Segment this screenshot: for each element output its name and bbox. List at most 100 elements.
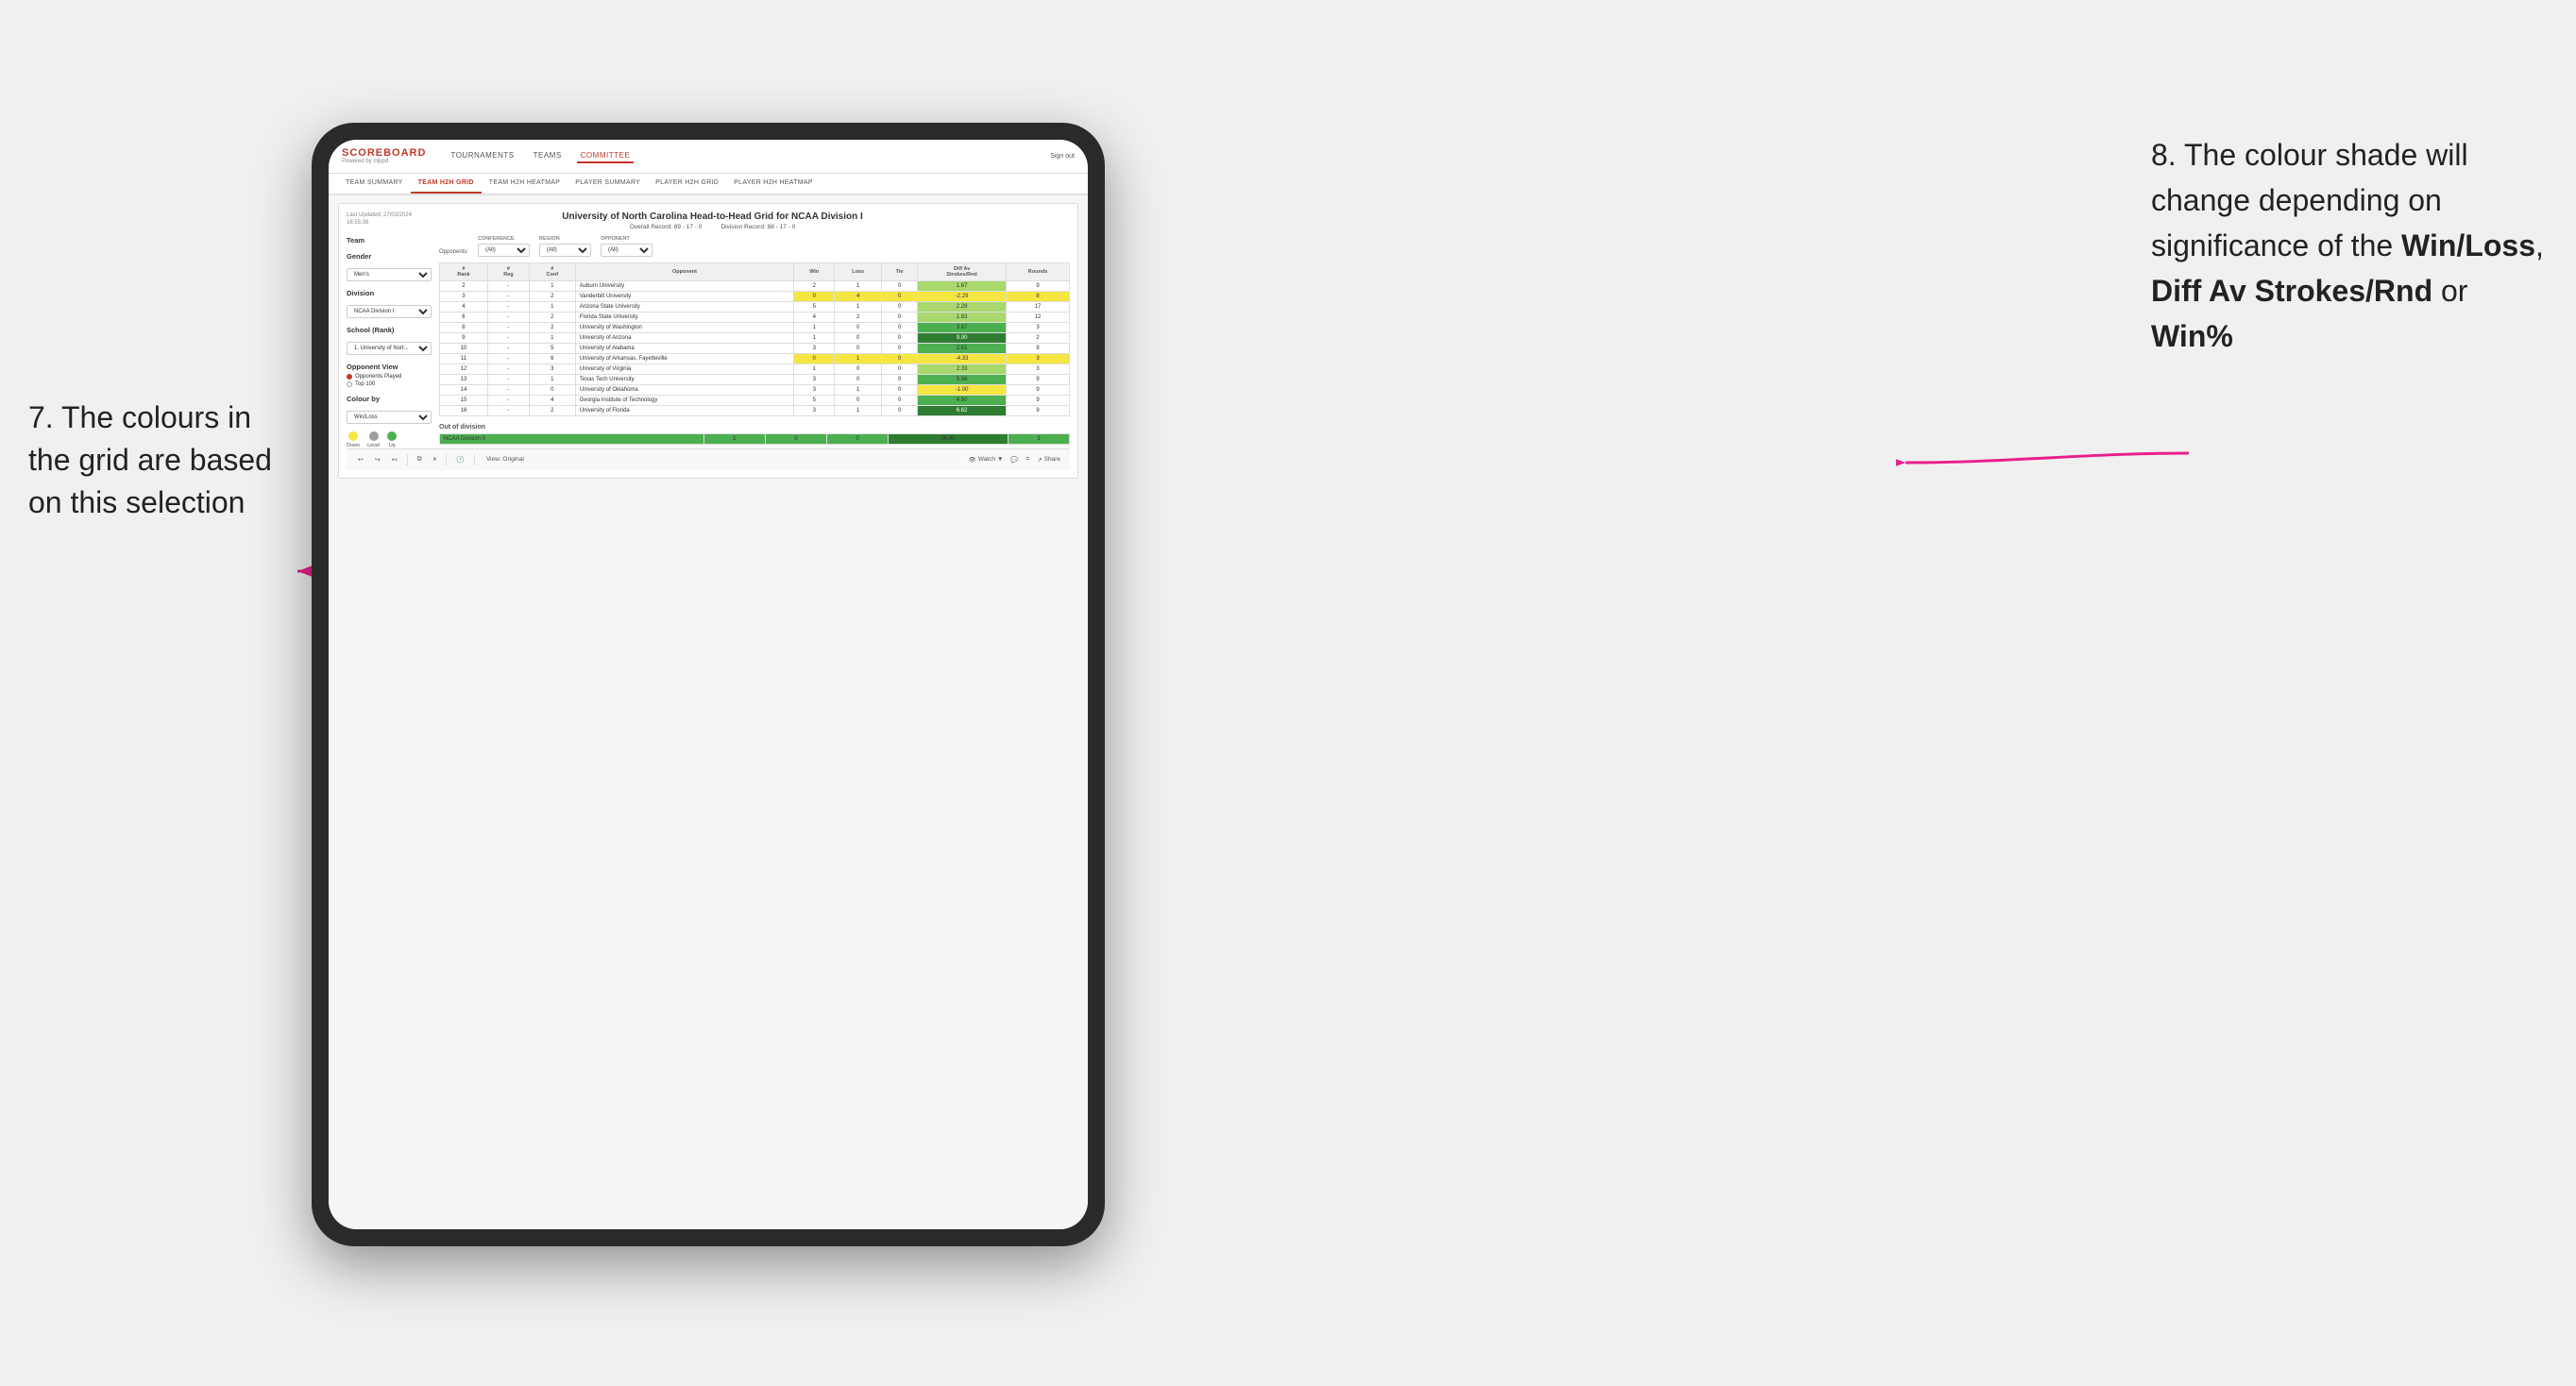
tab-team-h2h-heatmap[interactable]: TEAM H2H HEATMAP [482, 174, 568, 194]
cell-rank: 10 [440, 343, 488, 353]
cell-conf: 3 [529, 363, 575, 374]
tab-team-summary[interactable]: TEAM SUMMARY [338, 174, 411, 194]
clock-btn[interactable]: 🕐 [454, 454, 466, 465]
cell-rounds: 12 [1007, 312, 1070, 322]
conference-filter-label: Conference [478, 236, 530, 242]
legend-up: Up [387, 431, 397, 448]
cell-rank: 2 [440, 280, 488, 291]
back-btn[interactable]: ↤ [390, 454, 399, 465]
logo-subtitle: Powered by clippd [342, 159, 426, 165]
cell-rank: 4 [440, 301, 488, 312]
division-dropdown[interactable]: NCAA Division I [347, 305, 432, 318]
table-row: 10 - 5 University of Alabama 3 0 0 2.61 … [440, 343, 1070, 353]
colour-by-dropdown[interactable]: Win/Loss [347, 411, 432, 424]
comment-btn[interactable]: 💬 [1010, 456, 1018, 464]
cell-opponent: University of Washington [575, 322, 793, 332]
cell-rounds: 17 [1007, 301, 1070, 312]
radio-opponents-played[interactable]: Opponents Played [347, 374, 432, 380]
ood-diff: 26.00 [889, 433, 1008, 444]
cell-tie: 0 [881, 301, 917, 312]
cell-rounds: 3 [1007, 353, 1070, 363]
tab-team-h2h-grid[interactable]: TEAM H2H GRID [411, 174, 482, 194]
nav-committee[interactable]: COMMITTEE [577, 149, 635, 163]
copy-btn[interactable]: ⧉ [415, 454, 424, 465]
col-tie: Tie [881, 262, 917, 280]
legend-level-circle [369, 431, 379, 441]
cell-loss: 4 [835, 291, 882, 301]
school-dropdown[interactable]: 1. University of Nort... [347, 342, 432, 355]
gender-dropdown[interactable]: Men's [347, 268, 432, 281]
team-section: Team [347, 236, 432, 245]
sign-out-link[interactable]: Sign out [1050, 153, 1075, 160]
opponent-filter-label: Opponent [601, 236, 652, 242]
cell-rank: 13 [440, 374, 488, 384]
ood-tie: 0 [826, 433, 888, 444]
cell-conf: 0 [529, 384, 575, 395]
cell-diff: -4.33 [918, 353, 1007, 363]
undo-btn[interactable]: ↩ [356, 454, 365, 465]
redo-btn[interactable]: ↪ [373, 454, 382, 465]
cell-reg: - [487, 353, 529, 363]
share-network-btn[interactable]: ⌗ [1026, 456, 1030, 464]
cell-win: 4 [794, 312, 835, 322]
conference-filter: Conference (All) [478, 236, 530, 257]
table-row: 14 - 0 University of Oklahoma 3 1 0 -1.0… [440, 384, 1070, 395]
table-row: 11 - 6 University of Arkansas, Fayettevi… [440, 353, 1070, 363]
tab-player-summary[interactable]: PLAYER SUMMARY [568, 174, 648, 194]
report-title-area: University of North Carolina Head-to-Hea… [412, 211, 1013, 230]
opponent-dropdown[interactable]: (All) [601, 244, 652, 257]
toolbar-right: 👁 Watch ▼ 💬 ⌗ ↗ Share [969, 456, 1060, 464]
gender-label: Gender [347, 252, 432, 261]
cell-win: 5 [794, 301, 835, 312]
cell-rounds: 9 [1007, 405, 1070, 415]
cell-tie: 0 [881, 384, 917, 395]
cell-opponent: University of Alabama [575, 343, 793, 353]
tablet-screen: SCOREBOARD Powered by clippd TOURNAMENTS… [329, 140, 1088, 1229]
team-label: Team [347, 236, 432, 245]
cell-loss: 1 [835, 301, 882, 312]
col-diff: Diff AvStrokes/Rnd [918, 262, 1007, 280]
left-panel: Team Gender Men's Division NCAA Division… [347, 236, 432, 448]
cell-reg: - [487, 374, 529, 384]
tab-player-h2h-grid[interactable]: PLAYER H2H GRID [648, 174, 726, 194]
cell-win: 5 [794, 395, 835, 405]
last-updated: Last Updated: 27/03/2024 16:55:38 [347, 211, 412, 228]
gender-section: Gender Men's [347, 252, 432, 281]
conference-dropdown[interactable]: (All) [478, 244, 530, 257]
legend-up-circle [387, 431, 397, 441]
legend-level-label: Level [367, 443, 380, 448]
table-row: 2 - 1 Auburn University 2 1 0 1.67 9 [440, 280, 1070, 291]
cell-rounds: 3 [1007, 363, 1070, 374]
table-row: 3 - 2 Vanderbilt University 0 4 0 -2.29 … [440, 291, 1070, 301]
overall-record: Overall Record: 89 - 17 - 0 [630, 224, 703, 230]
annotation-right: 8. The colour shade will change dependin… [2151, 132, 2548, 359]
pause-btn[interactable]: ⏸ [432, 454, 439, 465]
cell-rounds: 8 [1007, 291, 1070, 301]
table-row: 12 - 3 University of Virginia 1 0 0 2.33… [440, 363, 1070, 374]
cell-rank: 12 [440, 363, 488, 374]
table-row: NCAA Division II 1 0 0 26.00 3 [440, 433, 1070, 444]
cell-tie: 0 [881, 322, 917, 332]
report-header: Last Updated: 27/03/2024 16:55:38 Univer… [347, 211, 1070, 230]
region-dropdown[interactable]: (All) [539, 244, 591, 257]
watch-btn[interactable]: 👁 Watch ▼ [969, 456, 1004, 464]
cell-loss: 1 [835, 405, 882, 415]
nav-teams[interactable]: TEAMS [530, 149, 566, 163]
school-section: School (Rank) 1. University of Nort... [347, 326, 432, 355]
two-col-layout: Team Gender Men's Division NCAA Division… [347, 236, 1070, 448]
arrow-right-icon [1896, 415, 2198, 491]
cell-rank: 14 [440, 384, 488, 395]
nav-tournaments[interactable]: TOURNAMENTS [447, 149, 517, 163]
tab-player-h2h-heatmap[interactable]: PLAYER H2H HEATMAP [726, 174, 821, 194]
right-panel: Opponents: Conference (All) Region ( [439, 236, 1070, 448]
col-reg: #Reg [487, 262, 529, 280]
h2h-table: #Rank #Reg #Conf Opponent Win Loss Tie D… [439, 262, 1070, 416]
colour-by-section: Colour by Win/Loss [347, 395, 432, 424]
opponent-filter: Opponent (All) [601, 236, 652, 257]
cell-loss: 0 [835, 322, 882, 332]
ood-loss: 0 [765, 433, 826, 444]
cell-rank: 16 [440, 405, 488, 415]
cell-opponent: Auburn University [575, 280, 793, 291]
radio-top-100[interactable]: Top 100 [347, 381, 432, 387]
share-btn[interactable]: ↗ Share [1037, 456, 1060, 464]
